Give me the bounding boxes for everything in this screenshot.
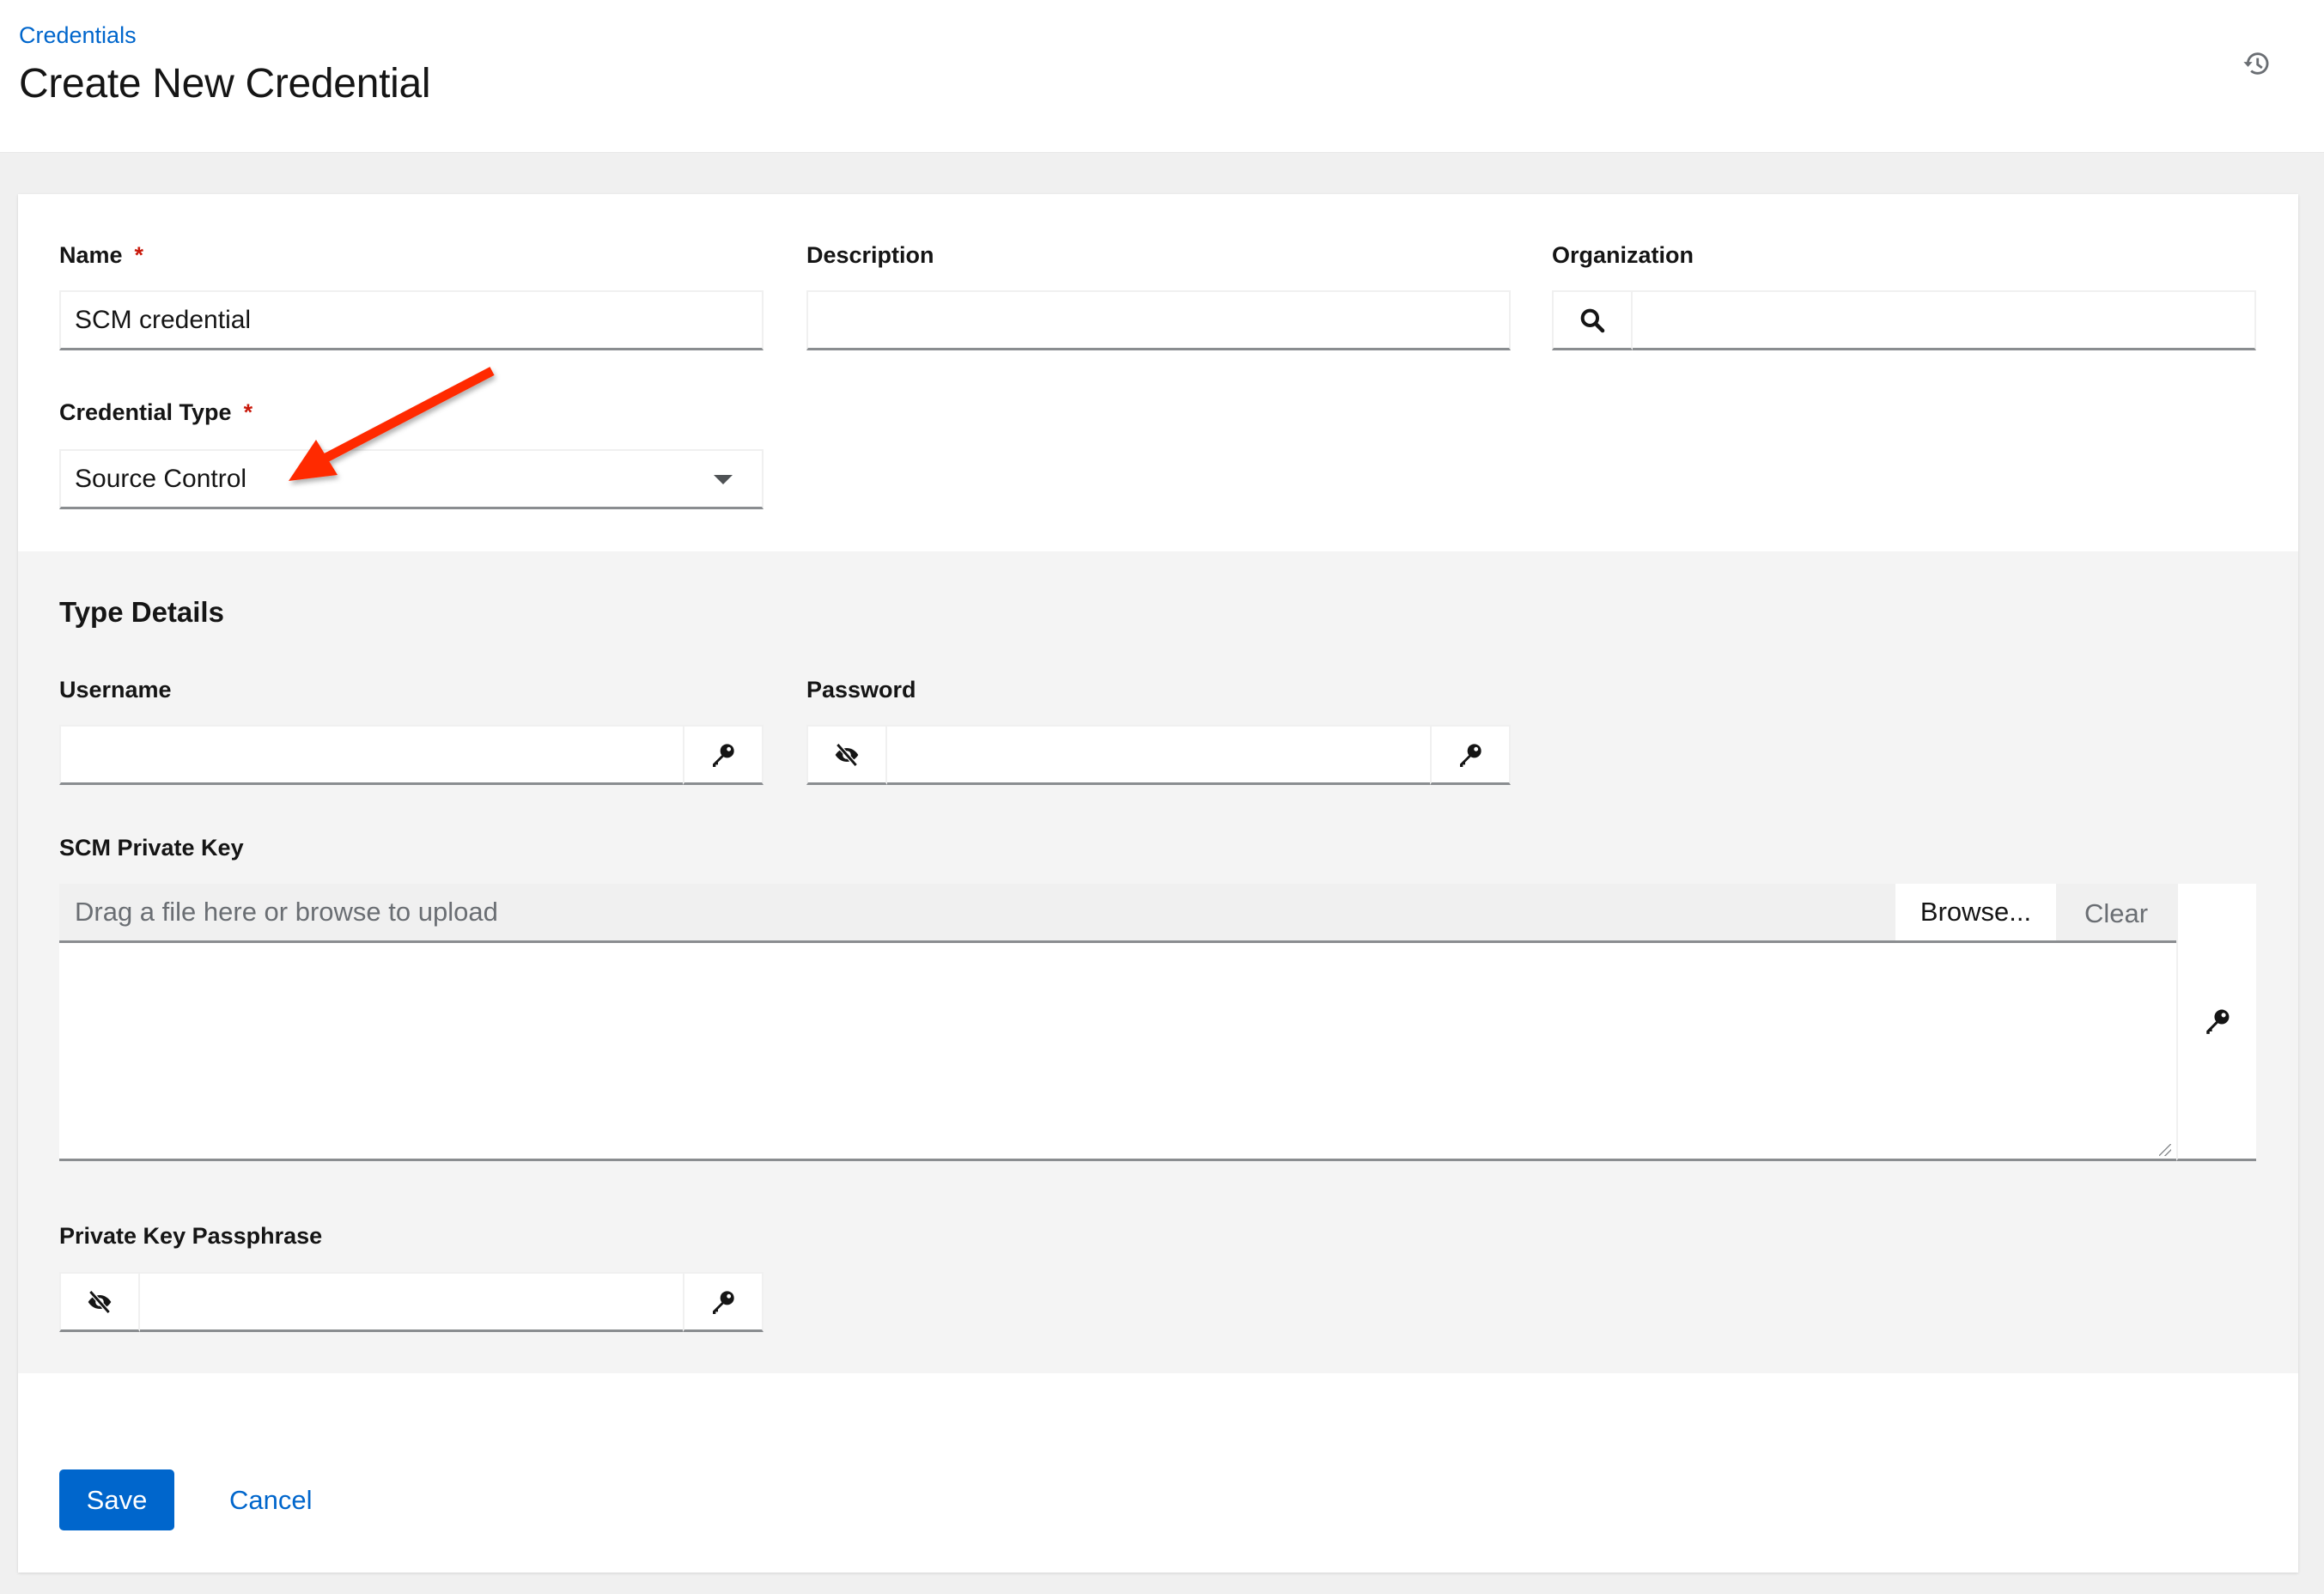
name-input[interactable]: SCM credential — [59, 290, 764, 350]
resize-handle[interactable] — [2159, 1144, 2171, 1156]
organization-search-button[interactable] — [1552, 290, 1633, 350]
history-button[interactable] — [2236, 43, 2278, 84]
caret-down-icon — [714, 475, 733, 484]
credential-form-card: Name * SCM credential Description Organiz… — [18, 194, 2298, 1573]
credential-type-selected: Source Control — [75, 464, 247, 493]
passphrase-visibility-toggle[interactable] — [59, 1272, 140, 1332]
type-details-section: Type Details Username Password SCM Priva… — [18, 551, 2298, 1373]
browse-button[interactable]: Browse... — [1895, 884, 2056, 943]
organization-lookup — [1552, 290, 2256, 350]
required-indicator: * — [243, 399, 253, 425]
key-icon — [1460, 743, 1481, 767]
password-visibility-toggle[interactable] — [806, 725, 887, 785]
username-input[interactable] — [61, 727, 681, 782]
page: Credentials Create New Credential Name * … — [0, 0, 2324, 1594]
search-icon — [1580, 308, 1605, 332]
type-details-title: Type Details — [59, 596, 224, 628]
breadcrumb-credentials[interactable]: Credentials — [19, 22, 137, 49]
private-key-passphrase-label: Private Key Passphrase — [59, 1223, 323, 1249]
description-input[interactable] — [806, 290, 1511, 350]
cancel-button[interactable]: Cancel — [229, 1469, 313, 1530]
scm-private-key-prompt-button[interactable] — [2176, 884, 2256, 1161]
name-label: Name * — [59, 242, 143, 269]
page-title: Create New Credential — [19, 61, 431, 106]
username-field — [59, 725, 764, 785]
file-upload-header[interactable]: Drag a file here or browse to upload — [59, 884, 2176, 943]
scm-private-key-label: SCM Private Key — [59, 835, 244, 861]
required-indicator: * — [134, 242, 144, 268]
password-input[interactable] — [889, 727, 1428, 782]
save-button[interactable]: Save — [59, 1469, 174, 1530]
name-label-text: Name — [59, 242, 123, 268]
private-key-passphrase-input[interactable] — [142, 1274, 681, 1329]
key-icon — [2205, 1009, 2229, 1034]
scm-private-key-textarea[interactable] — [59, 943, 2176, 1161]
username-label: Username — [59, 677, 172, 703]
description-label: Description — [806, 242, 934, 268]
key-icon — [713, 743, 734, 767]
passphrase-prompt-button[interactable] — [683, 1272, 764, 1332]
eye-slash-icon — [835, 742, 859, 767]
organization-label: Organization — [1552, 242, 1694, 268]
credential-type-label-text: Credential Type — [59, 399, 232, 425]
name-input-value: SCM credential — [75, 305, 252, 334]
page-header: Credentials Create New Credential — [0, 0, 2324, 153]
password-field — [806, 725, 1511, 785]
password-prompt-button[interactable] — [1430, 725, 1511, 785]
clear-button[interactable]: Clear — [2056, 884, 2176, 943]
history-icon — [2243, 52, 2269, 75]
organization-input[interactable] — [1634, 292, 2254, 348]
private-key-passphrase-field — [59, 1272, 764, 1332]
password-label: Password — [806, 677, 916, 703]
scm-private-key-upload: Drag a file here or browse to upload Bro… — [59, 884, 2256, 1161]
credential-type-select[interactable]: Source Control — [59, 449, 764, 509]
key-icon — [713, 1290, 734, 1314]
file-upload-placeholder: Drag a file here or browse to upload — [75, 897, 498, 927]
credential-type-label: Credential Type * — [59, 399, 252, 426]
eye-slash-icon — [88, 1289, 112, 1314]
username-prompt-button[interactable] — [683, 725, 764, 785]
